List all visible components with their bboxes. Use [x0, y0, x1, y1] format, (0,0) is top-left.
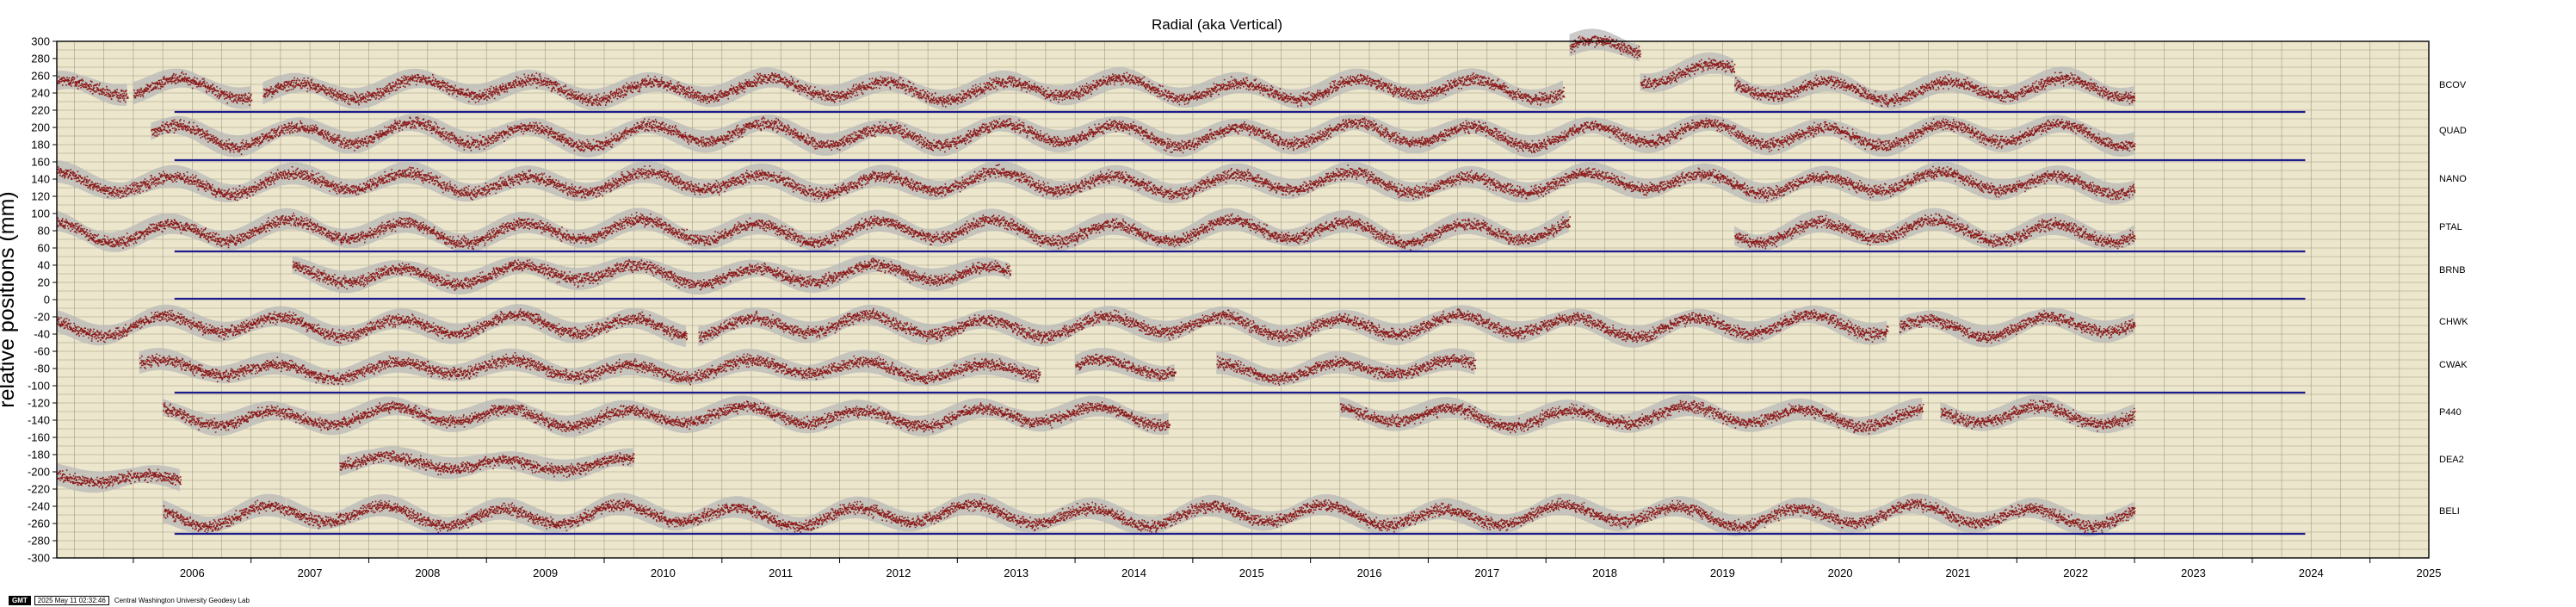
y-tick-label: 40 [38, 259, 50, 272]
y-tick-label: -140 [28, 414, 50, 427]
y-tick-label: 80 [38, 225, 50, 238]
y-tick-label: 240 [31, 87, 50, 100]
y-tick-label: 220 [31, 104, 50, 117]
x-tick-label: 2011 [769, 567, 793, 579]
y-tick-label: -100 [28, 380, 50, 393]
chart: BCOV QUAD NANO PTAL BRNB CHWK CWAK P440 DEA2 BELI… [0, 16, 2468, 579]
x-tick-label: 2007 [298, 567, 323, 579]
station-label: CWAK [2439, 360, 2468, 370]
y-tick-label: 260 [31, 70, 50, 83]
y-tick-label: -120 [28, 397, 50, 410]
x-tick-label: 2006 [180, 567, 205, 579]
x-tick-label: 2022 [2063, 567, 2088, 579]
gmt-logo: GMT [9, 596, 31, 605]
y-tick-label: -80 [34, 362, 50, 375]
y-tick-label: -300 [28, 552, 50, 565]
y-tick-label: 100 [31, 207, 50, 220]
y-tick-label: -220 [28, 483, 50, 496]
y-tick-label: 120 [31, 190, 50, 203]
y-tick-label: 60 [38, 242, 50, 255]
x-tick-label: 2015 [1239, 567, 1264, 579]
x-tick-label: 2008 [415, 567, 440, 579]
x-tick-label: 2009 [533, 567, 558, 579]
y-tick-label: -180 [28, 449, 50, 461]
y-tick-label: 140 [31, 173, 50, 186]
station-label: BELI [2439, 506, 2460, 517]
station-label: DEA2 [2439, 455, 2464, 465]
y-axis-label: relative positions (mm) [0, 191, 19, 407]
x-tick-label: 2016 [1357, 567, 1382, 579]
credit: Central Washington University Geodesy La… [114, 597, 250, 604]
x-tick-label: 2020 [1828, 567, 1853, 579]
y-tick-label: 0 [44, 294, 50, 307]
x-tick-label: 2014 [1121, 567, 1146, 579]
y-tick-label: 300 [31, 35, 50, 48]
x-tick-label: 2025 [2417, 567, 2442, 579]
y-tick-label: 20 [38, 276, 50, 289]
station-label: QUAD [2439, 126, 2467, 136]
y-tick-label: 280 [31, 53, 50, 65]
x-tick-label: 2010 [651, 567, 676, 579]
footer: GMT 2025 May 11 02:32:46 Central Washingto… [9, 596, 250, 605]
x-tick-label: 2021 [1945, 567, 1970, 579]
x-tick-label: 2012 [886, 567, 911, 579]
x-tick-label: 2018 [1592, 567, 1617, 579]
y-tick-label: -60 [34, 345, 50, 358]
y-tick-label: -240 [28, 500, 50, 513]
y-tick-label: 180 [31, 139, 50, 152]
x-tick-label: 2024 [2299, 567, 2324, 579]
y-tick-label: -40 [34, 328, 50, 341]
y-tick-label: -260 [28, 517, 50, 530]
y-tick-label: -280 [28, 535, 50, 548]
x-tick-label: 2023 [2181, 567, 2206, 579]
station-label: CHWK [2439, 317, 2468, 327]
station-label: P440 [2439, 407, 2462, 418]
x-tick-label: 2013 [1004, 567, 1029, 579]
chart-title: Radial (aka Vertical) [1152, 16, 1282, 33]
y-tick-label: 200 [31, 121, 50, 134]
station-label: NANO [2439, 174, 2467, 184]
station-label: BRNB [2439, 265, 2466, 276]
station-label: PTAL [2439, 222, 2462, 232]
station-label: BCOV [2439, 80, 2467, 90]
y-tick-label: -160 [28, 431, 50, 444]
timestamp: 2025 May 11 02:32:46 [34, 596, 109, 605]
y-tick-label: -20 [34, 311, 50, 324]
y-tick-label: -200 [28, 466, 50, 479]
y-tick-label: 160 [31, 156, 50, 169]
x-tick-label: 2019 [1710, 567, 1735, 579]
x-tick-label: 2017 [1474, 567, 1499, 579]
